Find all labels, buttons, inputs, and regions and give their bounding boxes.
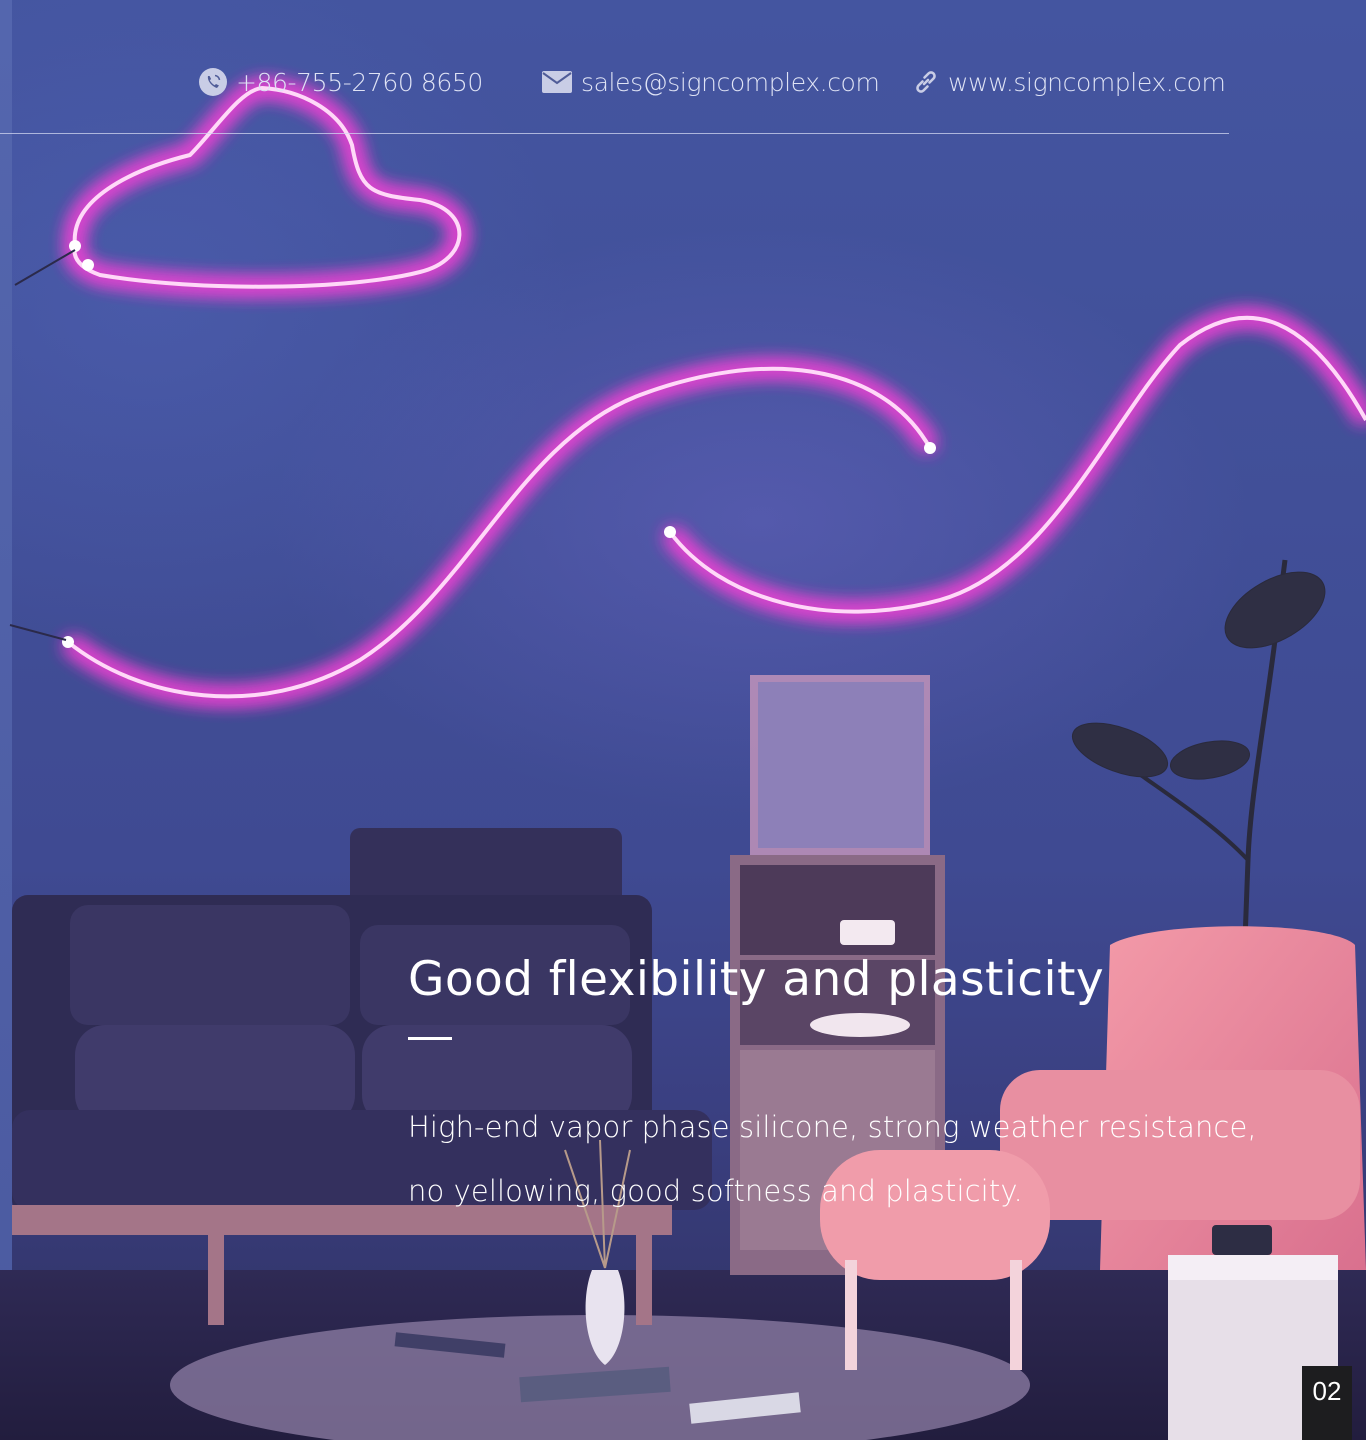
neon-cloud [14,80,467,294]
email-contact[interactable]: sales@signcomplex.com [541,62,880,102]
website-contact[interactable]: www.signcomplex.com [912,62,1226,102]
page-number-badge: 02 [1302,1366,1352,1440]
headline: Good flexibility and plasticity [408,952,1105,1007]
neon-wave-left [9,361,937,704]
link-icon [912,68,940,96]
email-address: sales@signcomplex.com [581,67,880,97]
page-number: 02 [1312,1376,1342,1406]
plant [1071,559,1326,941]
phone-icon [198,67,228,97]
header-divider [0,133,1229,134]
room-scene-illustration [0,80,1366,1440]
phone-number: +86-755-2760 8650 [236,67,483,97]
mail-icon [541,70,573,94]
headline-accent-bar [408,1037,452,1040]
page: +86-755-2760 8650 sales@signcomplex.com … [0,0,1366,1440]
website-url: www.signcomplex.com [948,67,1226,97]
phone-contact[interactable]: +86-755-2760 8650 [198,62,483,102]
body-text: High-end vapor phase silicone, strong we… [408,1110,1257,1208]
sofa [12,828,712,1325]
